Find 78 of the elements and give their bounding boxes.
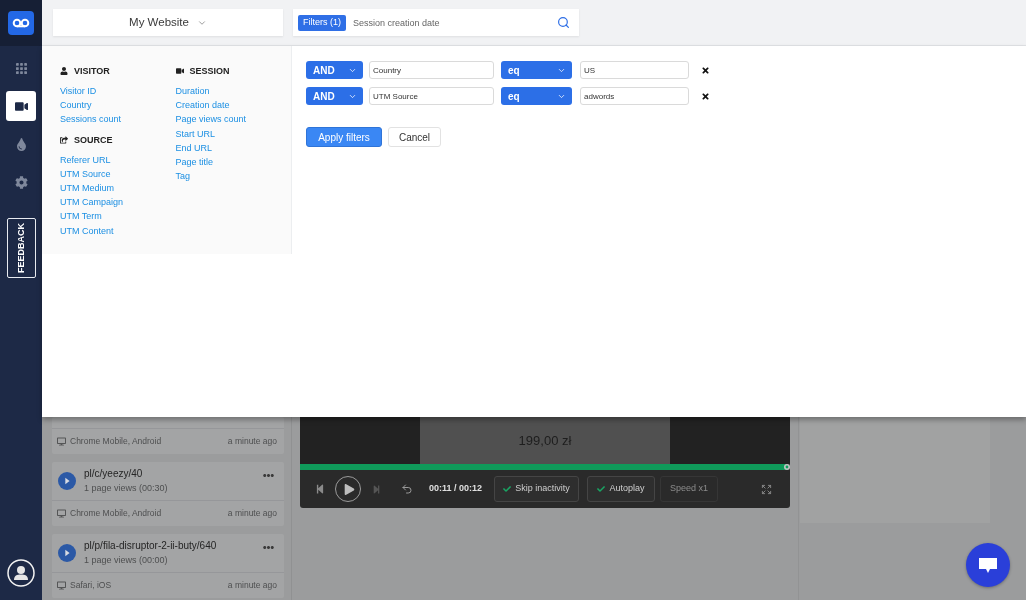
conjunction-select[interactable]: AND [306, 61, 363, 79]
filter-field-link[interactable]: Visitor ID [60, 84, 97, 99]
operator-select[interactable]: eq [501, 87, 572, 105]
filter-field-link[interactable]: Duration [175, 84, 210, 99]
autoplay-toggle[interactable]: Autoplay [587, 476, 655, 502]
category-heading: SOURCE [74, 133, 113, 146]
session-card[interactable]: pl/c/yeezy/40 1 page views (00:30) Chrome Mobile, Android a minute ago [52, 462, 284, 526]
nav-button[interactable] [6, 91, 36, 121]
apply-filters-button[interactable]: Apply filters [306, 127, 382, 147]
filter-field-link[interactable]: Tag [175, 169, 190, 184]
search-input[interactable]: Session creation date [353, 14, 553, 31]
value-input[interactable]: US [580, 61, 689, 79]
check-icon [597, 485, 606, 493]
skip-inactivity-toggle[interactable]: Skip inactivity [494, 476, 579, 502]
feedback-button[interactable]: FEEDBACK [6, 218, 36, 278]
session-card[interactable]: pl/p/fila-disruptor-2-ii-buty/640 1 page views (00:00) Safari, iOS a minute ago [52, 534, 284, 598]
filter-field-link[interactable]: Page title [175, 155, 214, 170]
search-icon[interactable] [557, 16, 570, 29]
close-icon[interactable] [701, 65, 710, 75]
video-camera-icon [14, 99, 28, 113]
filter-field-link[interactable]: End URL [175, 140, 213, 155]
chat-button[interactable] [966, 543, 1010, 587]
category-heading: VISITOR [74, 65, 110, 77]
conjunction-select[interactable]: AND [306, 87, 363, 105]
speech-bubble-icon [978, 556, 998, 574]
grid-icon [15, 62, 27, 74]
device-label: Chrome Mobile, Android [70, 507, 162, 520]
cancel-button[interactable]: Cancel [388, 127, 441, 147]
droplet-icon [14, 137, 28, 151]
skip-back-icon[interactable] [315, 484, 325, 494]
session-time: a minute ago [227, 507, 277, 520]
filter-field-link[interactable]: Page views count [175, 112, 247, 127]
close-icon[interactable] [701, 91, 710, 101]
session-url: pl/c/yeezy/40 [84, 468, 143, 480]
return-arrow-icon[interactable] [401, 483, 413, 495]
website-selector[interactable]: My Website [53, 9, 283, 36]
filter-field-link[interactable]: UTM Source [60, 166, 111, 181]
user-avatar-icon[interactable] [7, 559, 35, 587]
filter-field-link[interactable]: UTM Campaign [60, 195, 124, 210]
video-camera-icon [175, 67, 184, 75]
play-button[interactable] [58, 472, 76, 490]
device-label: Safari, iOS [70, 579, 112, 592]
filter-field-link[interactable]: Referer URL [60, 152, 111, 167]
settings-icon [14, 175, 28, 189]
field-input[interactable]: UTM Source [369, 87, 494, 105]
filter-field-link[interactable]: UTM Medium [60, 181, 114, 196]
filter-field-link[interactable]: Country [60, 98, 92, 113]
page-views-count: 1 page views (00:00) [84, 554, 168, 566]
category-heading: SESSION [189, 65, 230, 77]
session-card[interactable]: Chrome Mobile, Android a minute ago [52, 417, 284, 454]
monitor-icon [57, 581, 66, 590]
search-field[interactable]: Filters (1) Session creation date [293, 9, 579, 36]
play-button[interactable] [58, 544, 76, 562]
share-icon [60, 135, 68, 144]
playback-time: 00:11 / 00:12 [429, 482, 484, 496]
fullscreen-icon[interactable] [761, 483, 772, 495]
play-icon [343, 483, 355, 495]
filter-field-link[interactable]: Creation date [175, 98, 230, 113]
device-label: Chrome Mobile, Android [70, 435, 162, 448]
session-time: a minute ago [227, 579, 277, 592]
check-icon [503, 485, 512, 493]
filter-field-link[interactable]: Sessions count [60, 112, 122, 127]
value-input[interactable]: adwords [580, 87, 689, 105]
session-time: a minute ago [227, 435, 277, 448]
progress-track[interactable] [300, 464, 790, 470]
app-logo[interactable] [8, 11, 34, 35]
operator-select[interactable]: eq [501, 61, 572, 79]
progress-handle[interactable] [784, 464, 791, 470]
filters-chip[interactable]: Filters (1) [298, 14, 346, 31]
field-input[interactable]: Country [369, 61, 494, 79]
filter-field-link[interactable]: UTM Term [60, 209, 102, 224]
session-url: pl/p/fila-disruptor-2-ii-buty/640 [84, 540, 217, 552]
monitor-icon [57, 509, 66, 518]
monitor-icon [57, 437, 66, 446]
person-icon [60, 67, 68, 75]
filter-field-link[interactable]: Start URL [175, 126, 215, 141]
page-views-count: 1 page views (00:30) [84, 482, 168, 494]
filter-field-link[interactable]: UTM Content [60, 223, 114, 238]
